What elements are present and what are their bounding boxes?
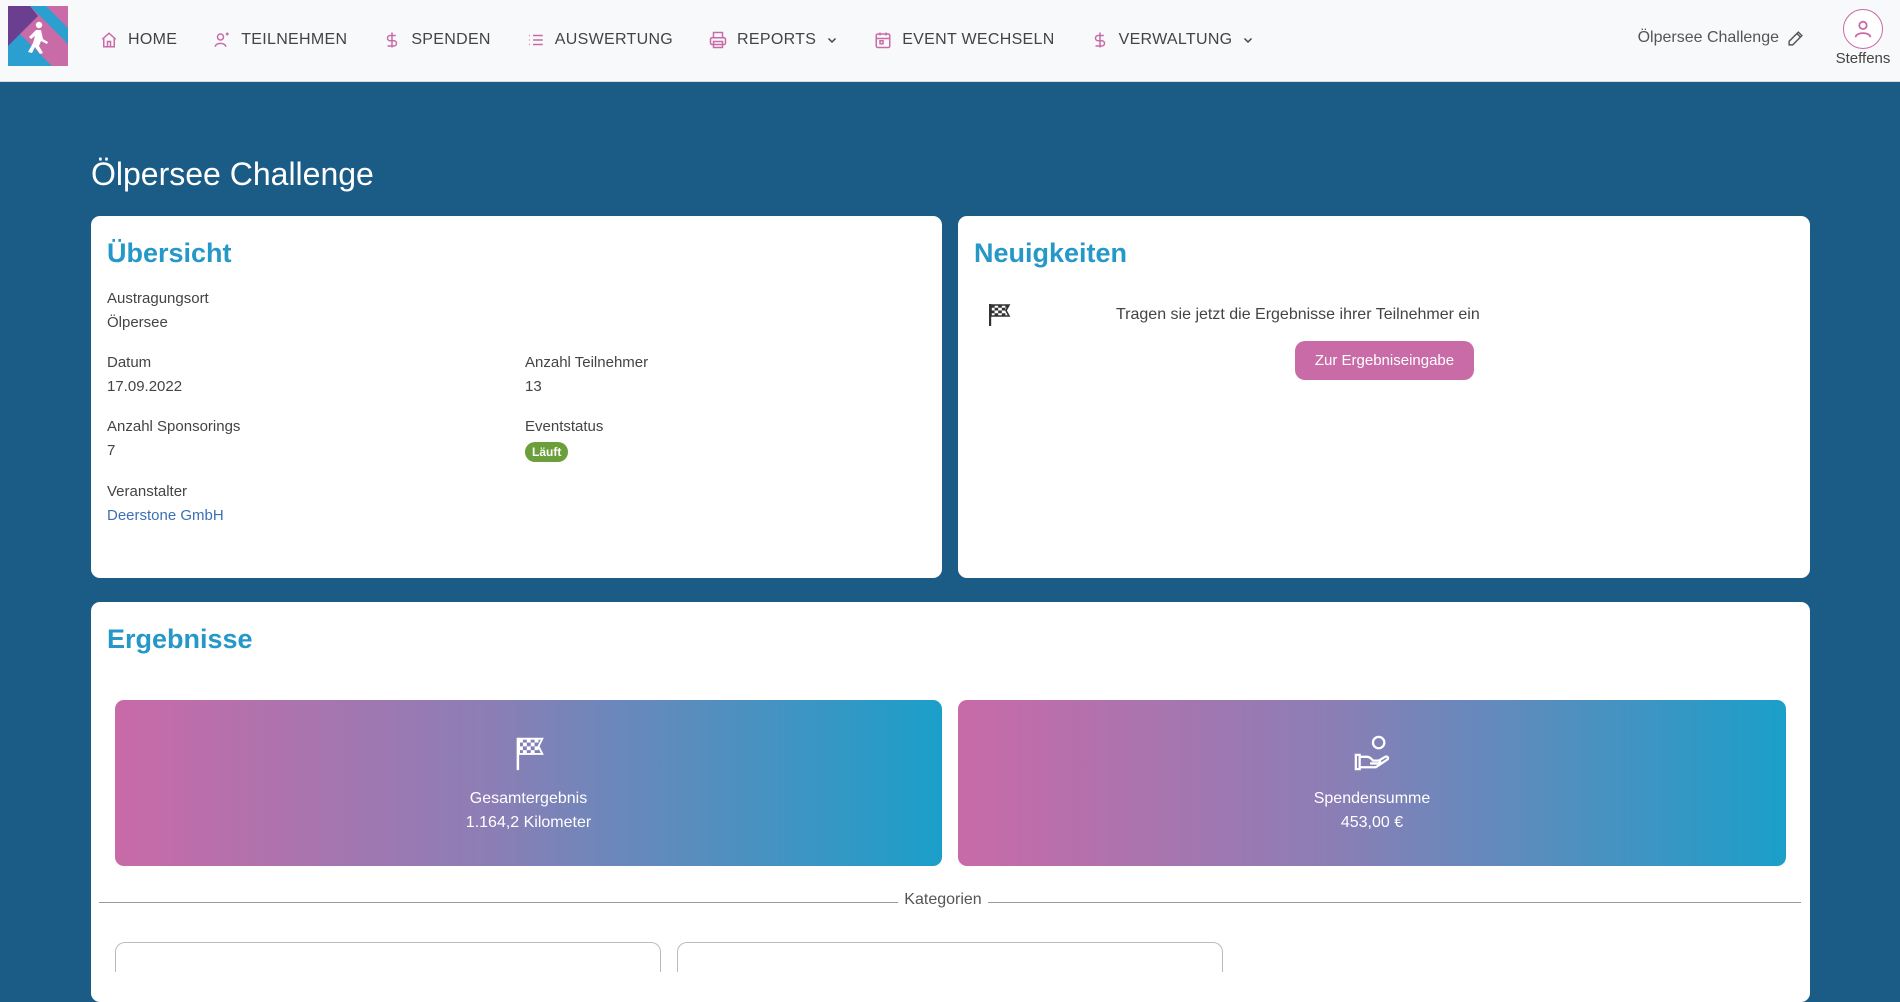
participants-label: Anzahl Teilnehmer <box>525 354 649 371</box>
overview-card: Übersicht Austragungsort Ölpersee Datum … <box>91 216 942 578</box>
donation-sum-label: Spendensumme <box>1313 790 1431 807</box>
news-title: Neuigkeiten <box>974 238 1128 268</box>
total-result-label: Gesamtergebnis <box>469 790 588 807</box>
nav-teilnehmen-label: TEILNEHMEN <box>241 31 348 48</box>
nav-reports[interactable]: REPORTS <box>709 31 838 49</box>
results-card: Ergebnisse Gesamtergebnis 1.164,2 Kilome… <box>91 602 1810 1002</box>
nav-event-wechseln[interactable]: EVENT WECHSELN <box>874 31 1054 49</box>
nav-verwaltung-label: VERWALTUNG <box>1118 31 1233 48</box>
donation-sum-tile: Spendensumme 453,00 € <box>958 700 1786 866</box>
user-name: Steffens <box>1835 50 1891 67</box>
home-icon <box>101 32 117 48</box>
nav-teilnehmen[interactable]: TEILNEHMEN <box>213 31 347 49</box>
page-title: Ölpersee Challenge <box>91 156 374 192</box>
total-result-value: 1.164,2 Kilometer <box>465 814 592 831</box>
donation-hand-icon <box>1354 735 1390 771</box>
current-event-label: Ölpersee Challenge <box>1637 29 1779 46</box>
total-result-tile: Gesamtergebnis 1.164,2 Kilometer <box>115 700 942 866</box>
chevron-down-icon <box>1244 37 1253 44</box>
location-label: Austragungsort <box>107 290 209 307</box>
nav-spenden[interactable]: SPENDEN <box>383 31 490 49</box>
chevron-down-icon <box>828 37 837 44</box>
nav-auswertung[interactable]: AUSWERTUNG <box>527 31 673 49</box>
nav-verwaltung[interactable]: VERWALTUNG <box>1091 31 1255 49</box>
dollar-icon <box>1094 32 1105 48</box>
organizer-label: Veranstalter <box>107 483 188 500</box>
status-label: Eventstatus <box>525 418 604 435</box>
date-value: 17.09.2022 <box>107 378 183 395</box>
user-menu[interactable]: Steffens <box>1834 9 1892 67</box>
nav-home-label: HOME <box>128 31 178 48</box>
category-card <box>677 942 1223 972</box>
list-icon <box>529 34 543 46</box>
news-card: Neuigkeiten Tragen sie jetzt die Ergebni… <box>958 216 1810 578</box>
sponsorings-label: Anzahl Sponsorings <box>107 418 241 435</box>
avatar[interactable] <box>1843 9 1883 49</box>
calendar-icon <box>875 32 891 49</box>
user-icon <box>214 32 229 47</box>
app-logo[interactable] <box>8 6 68 66</box>
nav-reports-label: REPORTS <box>737 31 817 48</box>
results-entry-button[interactable]: Zur Ergebniseingabe <box>1295 341 1474 380</box>
participants-value: 13 <box>525 378 542 395</box>
printer-icon <box>709 31 727 49</box>
nav-auswertung-label: AUSWERTUNG <box>554 31 674 48</box>
results-title: Ergebnisse <box>107 624 253 654</box>
nav-home[interactable]: HOME <box>100 31 177 49</box>
pencil-icon[interactable] <box>1787 30 1804 47</box>
nav-spenden-label: SPENDEN <box>411 31 491 48</box>
organizer-link[interactable]: Deerstone GmbH <box>107 507 224 524</box>
status-badge: Läuft <box>525 442 569 462</box>
checkered-flag-icon <box>516 737 544 771</box>
nav-event-wechseln-label: EVENT WECHSELN <box>902 31 1055 48</box>
news-message: Tragen sie jetzt die Ergebnisse ihrer Te… <box>1116 306 1480 323</box>
checkered-flag-icon <box>989 304 1011 326</box>
current-event[interactable]: Ölpersee Challenge <box>1638 29 1804 47</box>
user-avatar-icon <box>1854 20 1872 38</box>
category-card <box>115 942 661 972</box>
location-value: Ölpersee <box>107 314 168 331</box>
categories-label: Kategorien <box>898 891 988 909</box>
overview-title: Übersicht <box>107 238 232 268</box>
donation-sum-value: 453,00 € <box>1340 814 1404 831</box>
dollar-icon <box>387 32 398 48</box>
date-label: Datum <box>107 354 152 371</box>
top-navbar: HOME TEILNEHMEN SPENDEN AUSWERTUNG REPOR… <box>0 0 1900 82</box>
sponsorings-value: 7 <box>107 442 116 459</box>
